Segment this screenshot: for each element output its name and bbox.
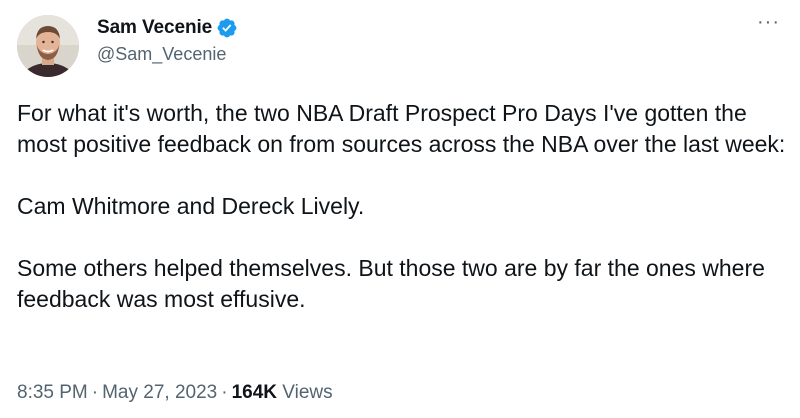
tweet-paragraph: For what it's worth, the two NBA Draft P… bbox=[17, 100, 786, 157]
author-handle[interactable]: @Sam_Vecenie bbox=[97, 44, 226, 65]
tweet-time[interactable]: 8:35 PM bbox=[17, 382, 88, 403]
tweet-date[interactable]: May 27, 2023 bbox=[102, 382, 217, 403]
tweet-card: Sam Vecenie @Sam_Vecenie ··· For what it… bbox=[0, 0, 800, 418]
tweet-text: For what it's worth, the two NBA Draft P… bbox=[17, 98, 787, 315]
author-name-row: Sam Vecenie bbox=[97, 14, 238, 42]
tweet-meta: 8:35 PM · May 27, 2023 · 164K Views bbox=[17, 382, 333, 404]
meta-separator: · bbox=[91, 382, 99, 403]
views-label[interactable]: Views bbox=[282, 382, 332, 403]
meta-separator: · bbox=[221, 382, 228, 403]
verified-badge-icon[interactable] bbox=[216, 17, 238, 39]
tweet-paragraph: Some others helped themselves. But those… bbox=[17, 255, 765, 312]
avatar[interactable] bbox=[17, 15, 79, 77]
avatar-photo bbox=[17, 15, 79, 77]
views-count[interactable]: 164K bbox=[232, 382, 277, 403]
author-display-name[interactable]: Sam Vecenie bbox=[97, 17, 212, 39]
tweet-paragraph: Cam Whitmore and Dereck Lively. bbox=[17, 193, 365, 219]
more-options-icon[interactable]: ··· bbox=[757, 12, 780, 32]
